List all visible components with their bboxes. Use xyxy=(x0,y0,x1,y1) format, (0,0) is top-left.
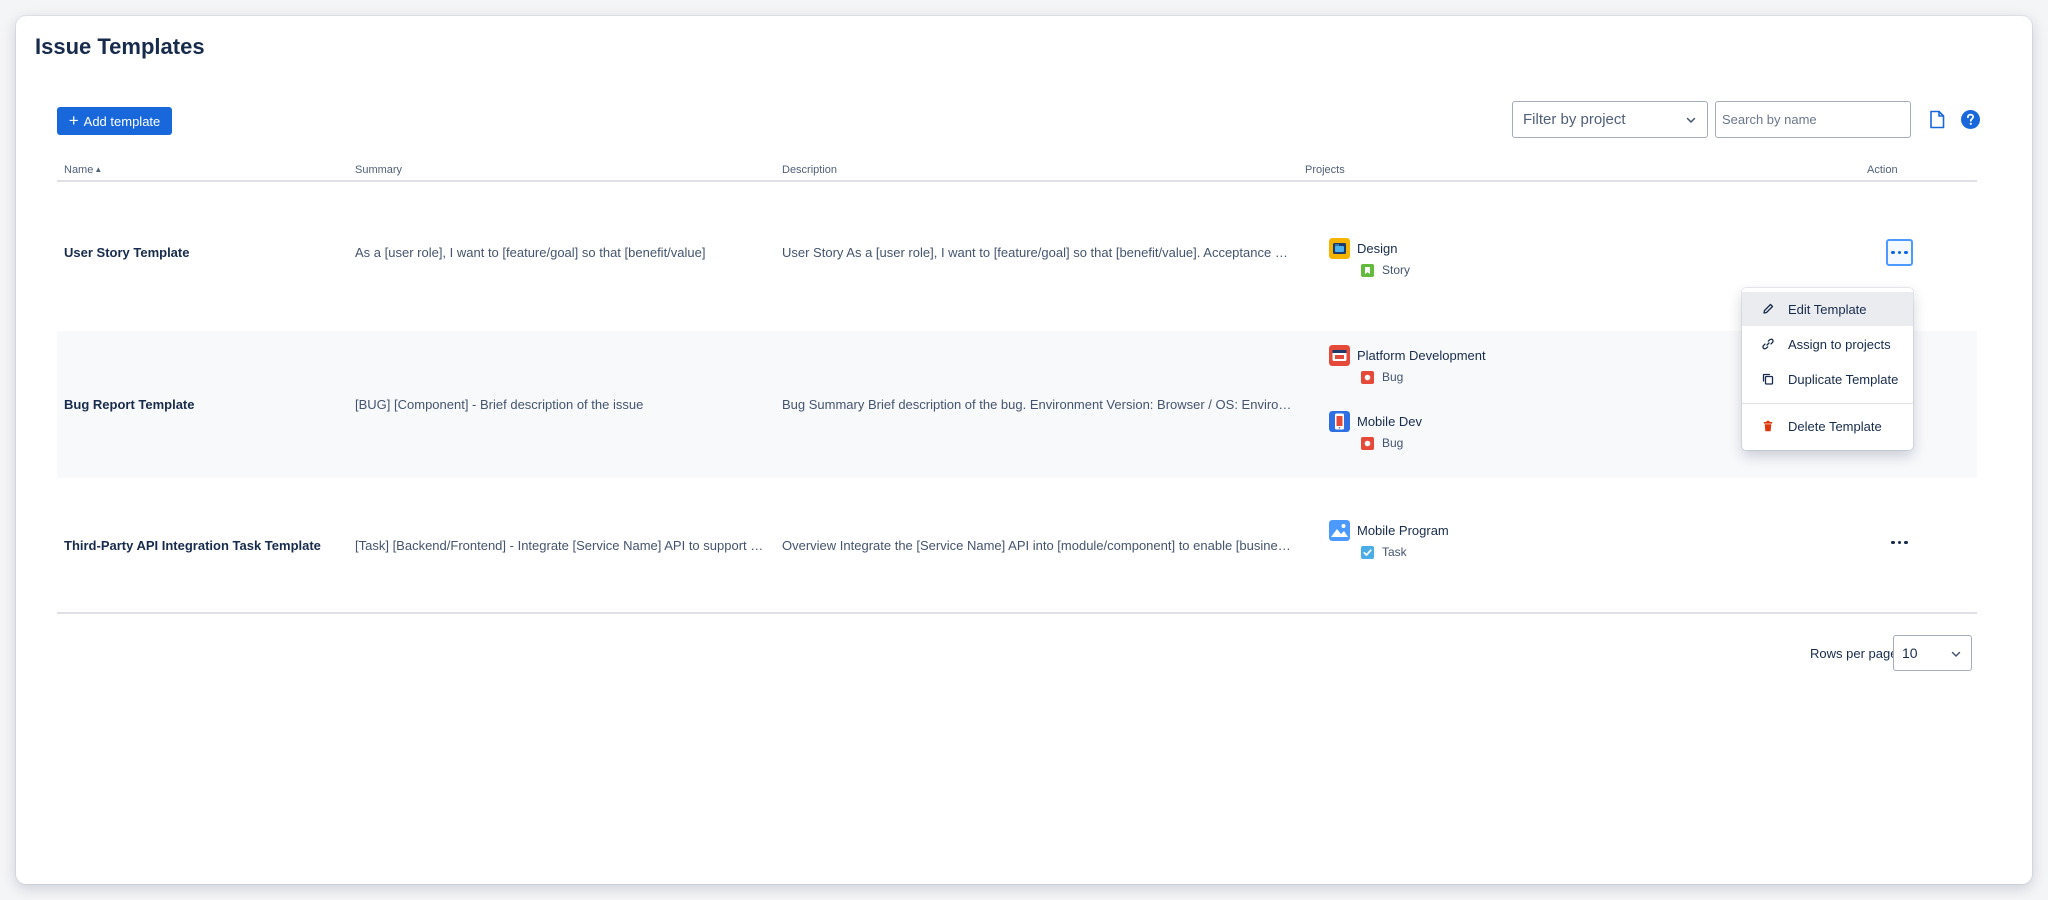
filter-by-project-select[interactable]: Filter by project xyxy=(1512,101,1708,138)
trash-icon xyxy=(1763,420,1773,432)
template-summary: [Task] [Backend/Frontend] - Integrate [S… xyxy=(355,538,765,553)
template-summary: As a [user role], I want to [feature/goa… xyxy=(355,245,706,260)
platform-project-icon xyxy=(1329,345,1350,366)
template-name[interactable]: Third-Party API Integration Task Templat… xyxy=(64,538,344,553)
chevron-down-icon xyxy=(1951,651,1961,657)
table-bottom-divider xyxy=(57,612,1977,614)
menu-item-delete-template[interactable]: Delete Template xyxy=(1742,409,1913,443)
more-icon xyxy=(1891,250,1908,255)
table-row: User Story Template As a [user role], I … xyxy=(57,182,1977,325)
template-name[interactable]: User Story Template xyxy=(64,245,344,260)
search-by-name-input[interactable] xyxy=(1715,101,1911,138)
column-header-description: Description xyxy=(782,164,838,176)
table-row: Third-Party API Integration Task Templat… xyxy=(57,478,1977,612)
project-entry: Mobile Dev Bug xyxy=(1329,411,1422,450)
filter-placeholder: Filter by project xyxy=(1523,111,1626,128)
issue-type-label: Bug xyxy=(1382,370,1404,384)
link-icon xyxy=(1762,338,1774,350)
project-name: Mobile Dev xyxy=(1357,414,1423,429)
add-template-label: Add template xyxy=(83,113,161,129)
rows-per-page-value: 10 xyxy=(1902,645,1918,661)
issue-type-label: Story xyxy=(1382,263,1411,277)
project-entry: Design Story xyxy=(1329,238,1410,277)
menu-item-label: Assign to projects xyxy=(1788,336,1891,352)
project-entry: Mobile Program Task xyxy=(1329,520,1449,559)
bug-icon xyxy=(1361,370,1374,384)
project-name: Mobile Program xyxy=(1357,523,1449,538)
column-header-action: Action xyxy=(1867,164,1898,176)
mobile-project-icon xyxy=(1329,411,1350,432)
design-project-icon xyxy=(1329,238,1350,259)
row-actions-button[interactable] xyxy=(1886,239,1913,266)
template-description: Bug Summary Brief description of the bug… xyxy=(782,397,1292,412)
menu-item-edit-template[interactable]: Edit Template xyxy=(1742,292,1913,326)
page-title: Issue Templates xyxy=(35,34,205,59)
chevron-down-icon xyxy=(1686,117,1696,123)
project-entry: Platform Development Bug xyxy=(1329,345,1486,384)
project-name: Platform Development xyxy=(1357,348,1486,363)
menu-item-duplicate-template[interactable]: Duplicate Template xyxy=(1742,362,1913,396)
menu-divider xyxy=(1742,403,1913,404)
plus-icon: + xyxy=(68,110,79,130)
row-actions-button[interactable] xyxy=(1886,529,1913,556)
issue-type-label: Bug xyxy=(1382,436,1404,450)
task-icon xyxy=(1361,545,1374,559)
project-name: Design xyxy=(1357,241,1398,256)
column-header-projects: Projects xyxy=(1305,164,1345,176)
add-template-button[interactable]: + Add template xyxy=(57,107,172,135)
template-description: Overview Integrate the [Service Name] AP… xyxy=(782,538,1292,553)
column-header-name-label: Name xyxy=(64,164,94,176)
more-icon xyxy=(1891,540,1908,545)
bug-icon xyxy=(1361,436,1374,450)
copy-icon xyxy=(1762,373,1774,385)
column-header-name[interactable]: Name▲ xyxy=(64,164,102,176)
pencil-icon xyxy=(1763,303,1774,314)
help-icon[interactable] xyxy=(1961,110,1980,129)
sort-arrow-icon: ▲ xyxy=(94,165,103,174)
column-header-summary: Summary xyxy=(355,164,403,176)
template-description: User Story As a [user role], I want to [… xyxy=(782,245,1292,260)
table-row: Bug Report Template [BUG] [Component] - … xyxy=(57,331,1977,478)
issue-type-label: Task xyxy=(1382,545,1407,559)
app-window: Issue Templates + Add template Filter by… xyxy=(16,16,2032,884)
menu-item-assign-to-projects[interactable]: Assign to projects xyxy=(1742,327,1913,361)
document-icon[interactable] xyxy=(1929,110,1945,129)
rows-per-page-select[interactable]: 10 xyxy=(1893,635,1972,671)
mobile-program-project-icon xyxy=(1329,520,1350,541)
rows-per-page-label: Rows per page: xyxy=(1810,646,1902,661)
menu-item-label: Duplicate Template xyxy=(1788,371,1899,387)
row-actions-menu: Edit Template Assign to projects Duplica… xyxy=(1742,288,1913,450)
story-icon xyxy=(1361,263,1374,277)
template-name[interactable]: Bug Report Template xyxy=(64,397,344,412)
menu-item-label: Edit Template xyxy=(1788,301,1867,317)
menu-item-label: Delete Template xyxy=(1788,418,1882,434)
template-summary: [BUG] [Component] - Brief description of… xyxy=(355,397,644,412)
